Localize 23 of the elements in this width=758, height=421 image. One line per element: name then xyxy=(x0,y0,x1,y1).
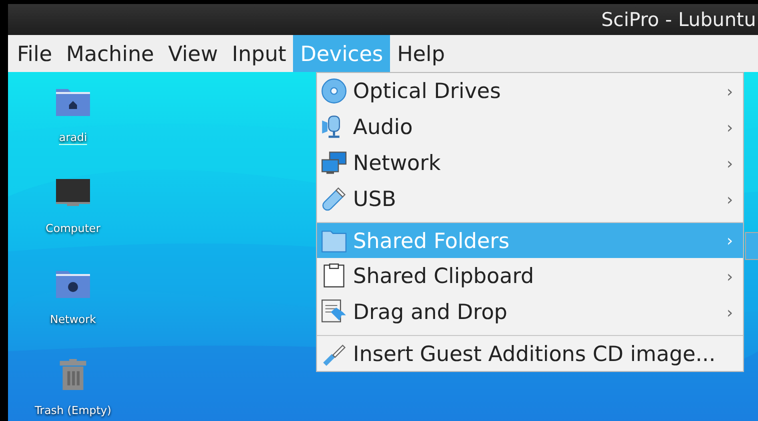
menu-bar-item[interactable]: View xyxy=(161,35,225,72)
usb-icon xyxy=(321,186,347,212)
menu-item[interactable]: Insert Guest Additions CD image... xyxy=(317,335,743,371)
menu-item[interactable]: USB › xyxy=(317,181,743,217)
network-icon xyxy=(321,150,347,176)
menu-bar-item[interactable]: Input xyxy=(224,35,294,72)
desktop-icon-label[interactable]: Trash (Empty) xyxy=(34,404,112,417)
menu-item[interactable]: Audio › xyxy=(317,109,743,145)
menu-bar-item[interactable]: Machine xyxy=(59,35,162,72)
folder-icon xyxy=(321,228,347,254)
menu-item[interactable]: Network › xyxy=(317,145,743,181)
home-folder-icon[interactable] xyxy=(55,86,91,118)
clipboard-icon xyxy=(321,263,347,289)
menu-item[interactable]: Drag and Drop › xyxy=(317,294,743,330)
network-folder-icon[interactable] xyxy=(55,268,91,300)
menu-item[interactable]: Optical Drives › xyxy=(317,73,743,109)
window-title: SciPro - Lubuntu xyxy=(601,8,756,30)
menu-bar-item[interactable]: Help xyxy=(390,35,452,72)
monitor-icon[interactable] xyxy=(55,177,91,209)
drag-drop-icon xyxy=(321,299,347,325)
menu-item[interactable]: Shared Clipboard › xyxy=(317,258,743,294)
menu-bar-item[interactable]: File xyxy=(10,35,60,72)
disc-icon xyxy=(321,78,347,104)
